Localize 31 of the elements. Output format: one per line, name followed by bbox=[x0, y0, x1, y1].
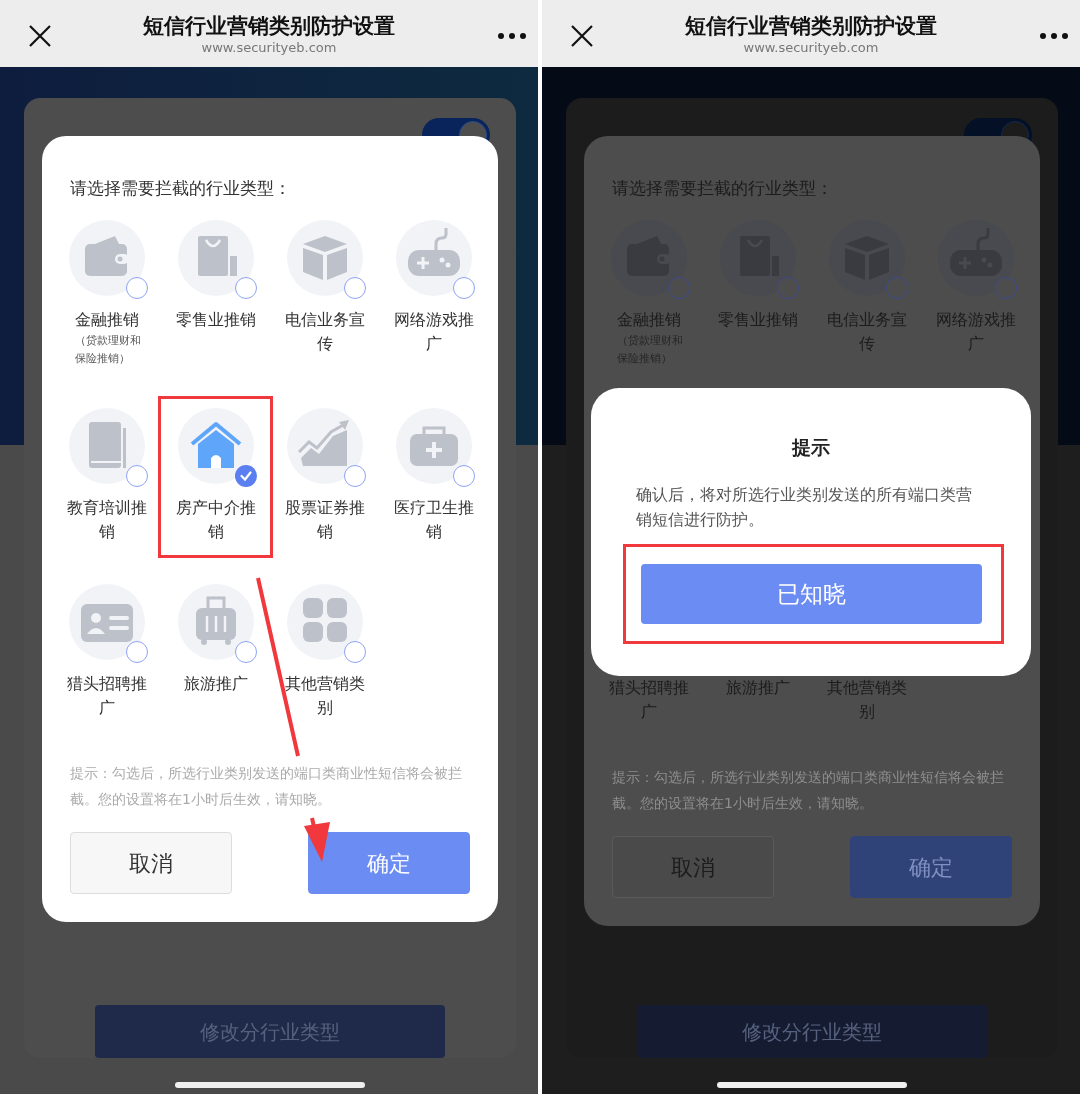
category-label[interactable]: 零售业推销 bbox=[175, 308, 256, 332]
category-label[interactable]: 医疗卫生推销 bbox=[393, 496, 474, 544]
category-label[interactable]: 房产中介推销 bbox=[175, 496, 256, 544]
page-url: www.securityeb.com bbox=[201, 40, 337, 56]
category-label[interactable]: 金融推销 bbox=[66, 308, 147, 332]
edit-button[interactable]: 修改分行业类型 bbox=[637, 1005, 987, 1058]
acknowledge-button[interactable]: 已知晓 bbox=[640, 564, 982, 624]
page-title: 短信行业营销类别防护设置 bbox=[143, 13, 395, 40]
close-icon[interactable] bbox=[28, 24, 52, 48]
confirm-button[interactable]: 确定 bbox=[308, 832, 470, 894]
category-label[interactable]: 股票证券推销 bbox=[284, 496, 365, 544]
alert-message: 确认后，将对所选行业类别发送的所有端口类营销短信进行防护。 bbox=[636, 484, 973, 531]
alert-title: 提示 bbox=[792, 435, 830, 460]
category-label[interactable]: 电信业务宣传 bbox=[284, 308, 365, 356]
more-icon[interactable] bbox=[498, 33, 526, 39]
close-icon[interactable] bbox=[570, 24, 594, 48]
page-title: 短信行业营销类别防护设置 bbox=[685, 13, 937, 40]
checkmark-icon bbox=[238, 469, 253, 483]
confirm-button[interactable]: 确定 bbox=[850, 836, 1012, 898]
hint-text: 提示：勾选后，所选行业类别发送的端口类商业性短信将会被拦截。您的设置将在1小时后生效，请知晓。 bbox=[70, 764, 463, 809]
category-label[interactable]: 旅游推广 bbox=[175, 672, 256, 696]
page-url: www.securityeb.com bbox=[743, 40, 879, 56]
category-label[interactable]: 教育培训推销 bbox=[66, 496, 147, 544]
category-note: （贷款理财和保险推销） bbox=[73, 333, 142, 367]
category-label[interactable]: 网络游戏推广 bbox=[393, 308, 474, 356]
checkbox[interactable] bbox=[234, 465, 257, 487]
dialog-prompt: 请选择需要拦截的行业类型： bbox=[69, 177, 292, 200]
category-label[interactable]: 其他营销类别 bbox=[284, 672, 365, 720]
more-icon[interactable] bbox=[1040, 33, 1068, 39]
cancel-button[interactable]: 取消 bbox=[70, 832, 232, 894]
category-label[interactable]: 猎头招聘推广 bbox=[66, 672, 147, 720]
